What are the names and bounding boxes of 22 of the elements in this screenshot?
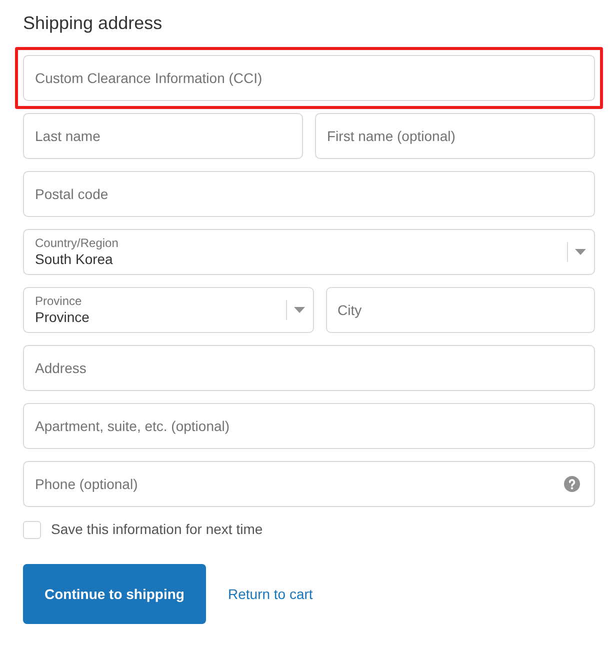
return-link[interactable]: Return to cart (228, 584, 313, 604)
caret-icon (575, 249, 586, 255)
input-field[interactable]: Address (23, 345, 595, 391)
input-field[interactable]: Phone (optional) (23, 461, 595, 507)
input-field[interactable]: Custom Clearance Information (CCI) (23, 55, 595, 101)
input-field[interactable]: Last name (23, 113, 303, 159)
field-value: Province (35, 308, 90, 326)
input-field[interactable]: City (326, 287, 595, 333)
dropdown-field[interactable]: Country/Region South Korea (23, 229, 595, 275)
field-value: South Korea (35, 250, 114, 268)
input-field[interactable]: First name (optional) (315, 113, 595, 159)
continue-button[interactable]: Continue to shipping (23, 564, 206, 624)
input-field[interactable]: Postal code (23, 171, 595, 217)
field-label: Country/Region (35, 236, 120, 251)
input-field[interactable]: Apartment, suite, etc. (optional) (23, 403, 595, 449)
checkbox[interactable] (23, 520, 41, 538)
caret-icon (294, 307, 304, 313)
help-icon (564, 476, 580, 492)
dropdown-field[interactable]: Province Province (23, 287, 314, 333)
field-label: Province (35, 294, 83, 309)
section-heading: Shipping address (23, 12, 164, 35)
checkbox-label: Save this information for next time (51, 520, 263, 539)
